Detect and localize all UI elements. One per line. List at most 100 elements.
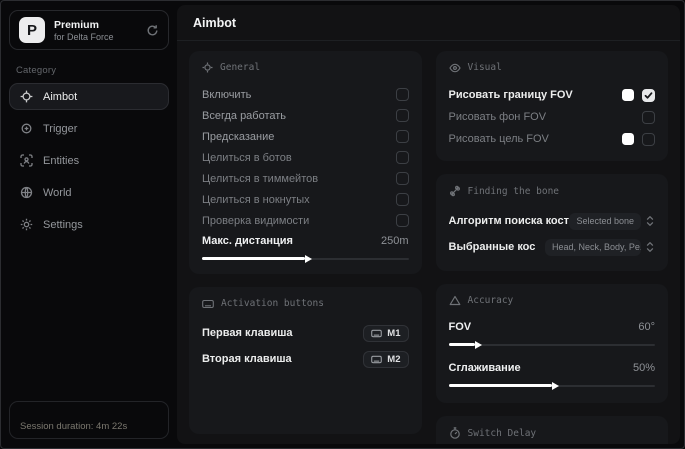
left-column: General Включить Всегда работать Предска…	[189, 51, 422, 434]
option-row: Рисовать границу FOV	[448, 84, 655, 106]
slider-fill	[448, 343, 476, 346]
prediction-checkbox[interactable]	[395, 130, 409, 143]
switch-delay-panel-title: Switch Delay	[467, 427, 537, 439]
sidebar-item-label: Entities	[43, 154, 80, 167]
app-window: P Premium for Delta Force Category Aimbo…	[0, 0, 685, 449]
option-row: Рисовать цель FOV	[449, 128, 655, 150]
general-panel: General Включить Всегда работать Предска…	[189, 51, 422, 274]
slider-thumb[interactable]	[475, 340, 483, 349]
activation-panel-header: Activation buttons	[202, 298, 409, 309]
fov-slider-group: FOV 60°	[448, 317, 655, 349]
bone-panel-title: Finding the bone	[467, 185, 560, 197]
always-work-checkbox[interactable]	[395, 109, 409, 122]
smoothing-slider[interactable]	[448, 381, 655, 390]
enable-checkbox[interactable]	[395, 88, 409, 101]
smoothing-label: Сглаживание	[448, 362, 521, 374]
premium-text: Premium for Delta Force	[54, 19, 114, 42]
content-columns: General Включить Всегда работать Предска…	[177, 41, 680, 444]
option-row: Всегда работать	[202, 105, 409, 126]
premium-title: Premium	[54, 18, 99, 31]
bone-algorithm-row: Алгоритм поиска кост Selected bone	[449, 208, 656, 234]
accuracy-panel-header: Accuracy	[449, 295, 656, 306]
visibility-check-checkbox[interactable]	[395, 214, 409, 227]
fov-slider[interactable]	[448, 340, 655, 349]
sidebar-item-trigger[interactable]: Trigger	[9, 115, 169, 142]
max-distance-value: 250m	[380, 235, 409, 247]
option-row: Проверка видимости	[202, 210, 409, 231]
keyboard-icon	[202, 299, 214, 309]
stopwatch-icon	[449, 427, 461, 439]
slider-thumb[interactable]	[305, 254, 313, 263]
gear-icon	[20, 218, 33, 231]
category-label: Category	[16, 65, 57, 76]
main-area: Aimbot General Включить Всегда работать …	[177, 5, 680, 444]
option-label: Проверка видимости	[202, 214, 310, 227]
premium-subtitle: for Delta Force	[54, 31, 114, 42]
keybind-row: Первая клавиша M1	[202, 320, 409, 346]
selected-bones-label: Выбранные кос	[448, 241, 536, 253]
chevrons-up-down-icon[interactable]	[645, 215, 655, 227]
selected-bones-select[interactable]: Head, Neck, Body, Pe...	[545, 238, 641, 256]
bone-icon	[449, 185, 461, 197]
fov-label: FOV	[448, 321, 472, 333]
bone-panel-header: Finding the bone	[449, 185, 656, 197]
switch-delay-panel: Switch Delay Задержка переключения Задер…	[435, 416, 668, 444]
slider-thumb[interactable]	[551, 381, 559, 390]
target-bots-checkbox[interactable]	[395, 151, 409, 164]
trigger-icon	[20, 122, 33, 135]
target-knocked-checkbox[interactable]	[395, 193, 409, 206]
fov-border-label: Рисовать границу FOV	[448, 89, 573, 101]
option-row: Включить	[202, 84, 409, 105]
visual-panel-title: Visual	[467, 62, 502, 73]
entities-icon	[20, 154, 33, 167]
fov-target-checkbox[interactable]	[642, 132, 655, 146]
second-key-button[interactable]: M2	[363, 350, 409, 368]
session-duration: Session duration: 4m 22s	[20, 421, 128, 432]
general-panel-header: General	[202, 62, 409, 73]
sidebar-item-entities[interactable]: Entities	[9, 147, 169, 174]
option-label: Предсказание	[202, 130, 275, 143]
general-panel-title: General	[220, 62, 261, 73]
keybind-row: Вторая клавиша M2	[202, 346, 409, 372]
scan-icon	[202, 62, 213, 73]
option-row: Целиться в тиммейтов	[202, 168, 409, 189]
option-label: Целиться в ботов	[202, 151, 292, 164]
sidebar-item-settings[interactable]: Settings	[9, 211, 169, 238]
smoothing-slider-group: Сглаживание 50%	[448, 358, 655, 390]
fov-border-checkbox[interactable]	[642, 88, 655, 102]
fov-value: 60°	[638, 321, 655, 333]
slider-fill	[202, 257, 306, 260]
sidebar-item-aimbot[interactable]: Aimbot	[9, 83, 169, 110]
target-teammates-checkbox[interactable]	[395, 172, 409, 185]
option-row: Рисовать фон FOV	[449, 106, 655, 128]
max-distance-slider[interactable]	[202, 254, 409, 263]
option-label: Целиться в нокнутых	[202, 193, 310, 206]
switch-delay-panel-header: Switch Delay	[449, 427, 656, 439]
option-label: Всегда работать	[202, 109, 287, 122]
fov-target-color-swatch[interactable]	[622, 133, 634, 145]
sidebar: P Premium for Delta Force Category Aimbo…	[1, 1, 177, 448]
accuracy-panel: Accuracy FOV 60° Сглаживание 50%	[435, 284, 668, 403]
first-key-button[interactable]: M1	[363, 324, 409, 342]
triangle-icon	[449, 295, 461, 306]
refresh-icon[interactable]	[146, 24, 159, 37]
right-column: Visual Рисовать границу FOV Рисовать фон…	[435, 51, 668, 444]
option-label: Целиться в тиммейтов	[202, 172, 319, 185]
option-row: Целиться в нокнутых	[202, 189, 409, 210]
visual-panel-header: Visual	[448, 62, 656, 73]
bone-algorithm-label: Алгоритм поиска кост	[448, 215, 570, 227]
max-distance-row: Макс. дистанция 250m	[202, 231, 409, 251]
chevrons-up-down-icon[interactable]	[645, 241, 655, 253]
premium-card: P Premium for Delta Force	[9, 10, 169, 50]
bone-algorithm-select[interactable]: Selected bone	[569, 212, 641, 230]
sidebar-item-label: Settings	[43, 218, 83, 231]
sidebar-item-label: Trigger	[43, 122, 78, 135]
sidebar-item-world[interactable]: World	[9, 179, 169, 206]
eye-icon	[448, 63, 461, 73]
fov-border-color-swatch[interactable]	[622, 89, 634, 101]
slider-fill	[448, 384, 552, 387]
first-key-label: Первая клавиша	[202, 327, 293, 339]
page-title: Aimbot	[177, 5, 680, 41]
fov-background-checkbox[interactable]	[642, 110, 655, 124]
